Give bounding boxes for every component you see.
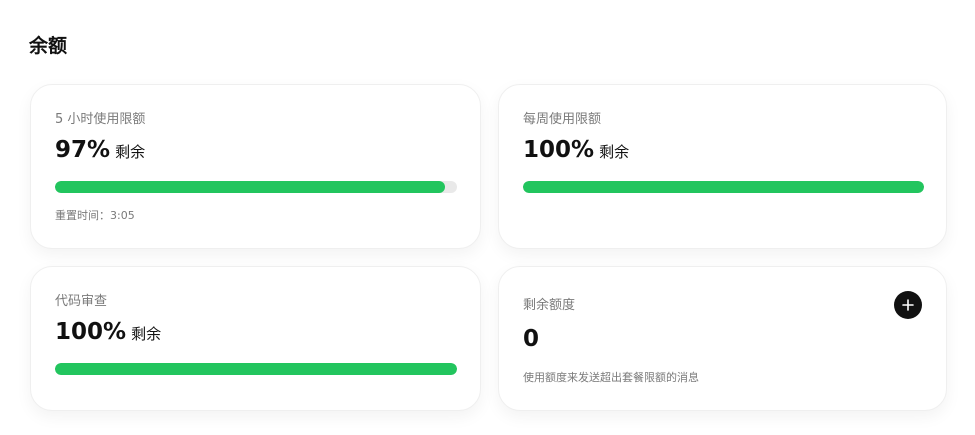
weekly-limit-value: 100% 剩余 xyxy=(523,136,629,164)
credits-amount: 0 xyxy=(523,326,540,352)
page-title: 余额 xyxy=(29,35,68,57)
plus-icon xyxy=(902,299,914,311)
five-hour-percent: 97% xyxy=(55,137,111,163)
five-hour-limit-label: 5 小时使用限额 xyxy=(55,112,146,127)
credits-description: 使用额度来发送超出套餐限额的消息 xyxy=(523,371,699,384)
five-hour-remaining-label: 剩余 xyxy=(115,143,146,161)
code-review-label: 代码审查 xyxy=(55,294,108,309)
reset-time-text: 重置时间：3:05 xyxy=(55,209,135,222)
weekly-remaining-label: 剩余 xyxy=(599,143,630,161)
code-review-remaining-label: 剩余 xyxy=(131,325,162,343)
five-hour-progress-fill xyxy=(55,181,445,193)
code-review-progress-track xyxy=(55,363,457,375)
five-hour-limit-value: 97% 剩余 xyxy=(55,136,145,164)
weekly-limit-card: 每周使用限额 100% 剩余 xyxy=(498,84,947,249)
five-hour-progress-track xyxy=(55,181,457,193)
code-review-percent: 100% xyxy=(55,319,127,345)
remaining-credits-card: 剩余额度 0 使用额度来发送超出套餐限额的消息 xyxy=(498,266,947,411)
code-review-card: 代码审查 100% 剩余 xyxy=(30,266,481,411)
remaining-credits-label: 剩余额度 xyxy=(523,298,576,313)
add-credits-button[interactable] xyxy=(894,291,922,319)
five-hour-limit-card: 5 小时使用限额 97% 剩余 重置时间：3:05 xyxy=(30,84,481,249)
weekly-progress-track xyxy=(523,181,924,193)
remaining-credits-value: 0 xyxy=(523,325,539,353)
weekly-limit-label: 每周使用限额 xyxy=(523,112,602,127)
weekly-percent: 100% xyxy=(523,137,595,163)
weekly-progress-fill xyxy=(523,181,924,193)
code-review-value: 100% 剩余 xyxy=(55,318,161,346)
code-review-progress-fill xyxy=(55,363,457,375)
balance-page: 余额 5 小时使用限额 97% 剩余 重置时间：3:05 每周使用限额 100%… xyxy=(0,0,975,435)
